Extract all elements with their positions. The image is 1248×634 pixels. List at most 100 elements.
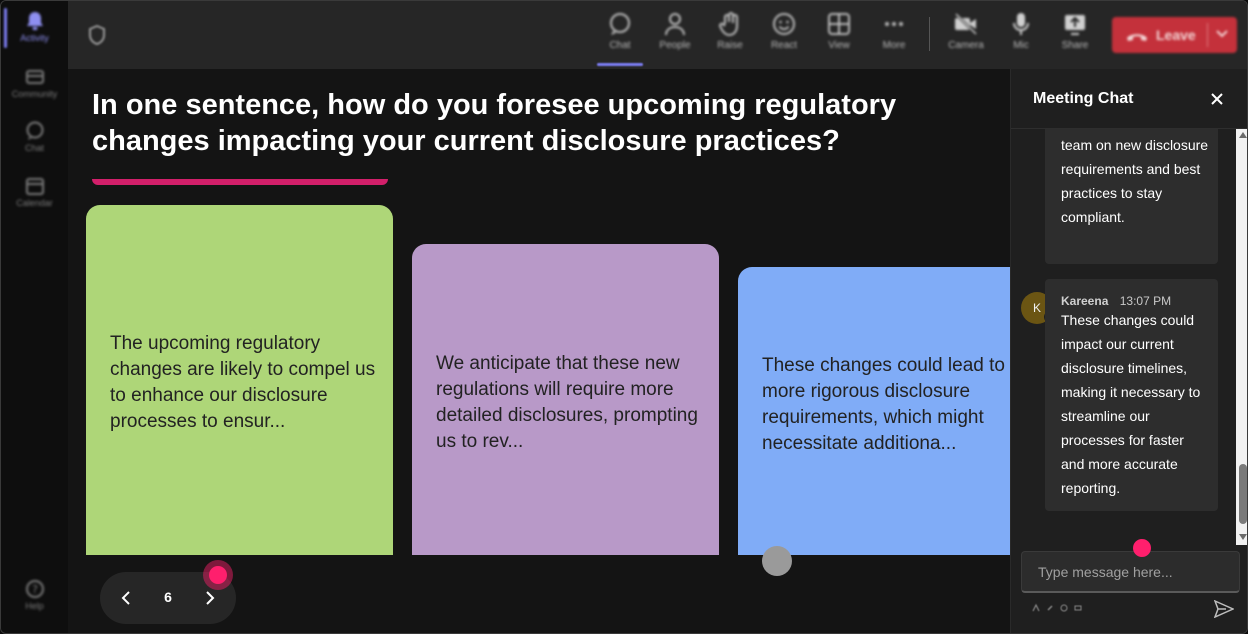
camera-off-icon <box>953 11 979 37</box>
microphone-icon <box>1008 11 1034 37</box>
rail-label-calendar: Calendar <box>16 198 53 208</box>
leave-divider <box>1207 23 1208 47</box>
scroll-up-arrow-icon[interactable] <box>1239 132 1247 138</box>
format-toolbar <box>1031 603 1083 613</box>
avatar <box>762 546 792 576</box>
left-rail: Activity Community Chat Calendar ? Help <box>1 1 68 633</box>
response-card-text: We anticipate that these new regulations… <box>436 353 698 452</box>
close-icon[interactable] <box>1209 91 1225 107</box>
question-line-2: changes impacting your current disclosur… <box>92 125 840 157</box>
community-icon <box>24 67 46 87</box>
chat-message: team on new disclosure requirements and … <box>1045 129 1218 264</box>
chat-message-list[interactable]: team on new disclosure requirements and … <box>1011 129 1236 545</box>
response-card[interactable]: The upcoming regulatory changes are like… <box>86 205 393 555</box>
rail-label-help: Help <box>25 601 44 611</box>
toolbar-share-label: Share <box>1061 40 1089 51</box>
toolbar-view-button[interactable]: View <box>811 11 867 61</box>
rail-item-calendar[interactable]: Calendar <box>1 176 68 226</box>
toolbar-chat-button[interactable]: Chat <box>592 11 648 61</box>
chat-icon <box>607 11 633 37</box>
title-accent-bar <box>92 179 388 185</box>
scroll-down-arrow-icon[interactable] <box>1239 534 1247 540</box>
toolbar-camera-button[interactable]: Camera <box>938 11 994 61</box>
pointer-marker <box>1133 539 1151 557</box>
toolbar-react-label: React <box>770 40 798 51</box>
response-card-line: requirements, which might <box>762 407 984 428</box>
chat-scrollbar[interactable] <box>1236 129 1247 545</box>
meeting-chat-panel: Meeting Chat team on new disclosure requ… <box>1010 69 1247 633</box>
chat-input[interactable] <box>1022 552 1239 591</box>
more-dots-icon <box>881 11 907 37</box>
hand-icon <box>717 11 743 37</box>
help-icon: ? <box>24 579 46 599</box>
toolbar-more-button[interactable]: More <box>866 11 922 61</box>
chevron-right-icon <box>206 591 215 605</box>
response-card-line: necessitate additiona... <box>762 433 957 454</box>
leave-button[interactable]: Leave <box>1112 17 1237 53</box>
attach-icon[interactable] <box>1045 603 1055 613</box>
rail-item-activity[interactable]: Activity <box>1 11 68 61</box>
emoji-icon[interactable] <box>1059 603 1069 613</box>
share-screen-icon <box>1062 11 1088 37</box>
chat-message-text: team on new disclosure requirements and … <box>1061 137 1209 225</box>
shield-icon[interactable] <box>88 24 108 47</box>
send-icon[interactable] <box>1213 599 1235 619</box>
response-card-line: more rigorous disclosure <box>762 381 971 402</box>
toolbar-mic-button[interactable]: Mic <box>993 11 1049 61</box>
rail-item-help[interactable]: ? Help <box>1 579 68 629</box>
toolbar-share-button[interactable]: Share <box>1047 11 1103 61</box>
gif-icon[interactable] <box>1073 603 1083 613</box>
meeting-window: Activity Community Chat Calendar ? Help <box>0 0 1248 634</box>
rail-label-chat: Chat <box>24 143 44 153</box>
response-card[interactable]: These changes could lead to more rigorou… <box>738 267 1010 576</box>
next-page-button[interactable] <box>198 586 222 610</box>
chat-title: Meeting Chat <box>1033 90 1134 107</box>
meeting-toolbar: Chat People Raise React View More Camera… <box>68 1 1247 69</box>
response-card-text: These changes could lead to more rigorou… <box>762 353 1005 457</box>
toolbar-view-label: View <box>828 40 850 51</box>
format-text-icon[interactable] <box>1031 603 1041 613</box>
hang-up-icon <box>1126 29 1148 41</box>
avatar-initial: K <box>1032 301 1041 315</box>
toolbar-raise-button[interactable]: Raise <box>702 11 758 61</box>
toolbar-people-label: People <box>659 40 691 51</box>
smiley-icon <box>771 11 797 37</box>
rail-label-community: Community <box>11 89 58 99</box>
scroll-thumb[interactable] <box>1239 464 1247 524</box>
toolbar-raise-label: Raise <box>717 40 743 51</box>
previous-page-button[interactable] <box>114 586 138 610</box>
response-card[interactable]: We anticipate that these new regulations… <box>412 244 719 555</box>
chevron-down-icon[interactable] <box>1216 27 1228 44</box>
pointer-marker <box>209 566 227 584</box>
chat-message: Kareena 13:07 PM These changes could imp… <box>1045 279 1218 511</box>
rail-label-activity: Activity <box>20 33 49 43</box>
question-line-1: In one sentence, how do you foresee upco… <box>92 89 897 121</box>
toolbar-camera-label: Camera <box>948 40 984 51</box>
leave-label: Leave <box>1156 27 1196 43</box>
presentation-stage: In one sentence, how do you foresee upco… <box>68 69 1010 633</box>
chat-icon <box>24 121 46 141</box>
rail-item-chat[interactable]: Chat <box>1 121 68 171</box>
chat-message-text: These changes could impact our current d… <box>1061 312 1201 496</box>
people-icon <box>662 11 688 37</box>
svg-text:?: ? <box>32 583 38 596</box>
chat-header: Meeting Chat <box>1011 69 1247 129</box>
chevron-left-icon <box>121 591 130 605</box>
grid-view-icon <box>826 11 852 37</box>
rail-item-community[interactable]: Community <box>1 67 68 117</box>
toolbar-mic-label: Mic <box>1013 40 1029 51</box>
toolbar-react-button[interactable]: React <box>756 11 812 61</box>
bell-icon <box>24 11 46 31</box>
chat-timestamp: 13:07 PM <box>1119 294 1172 308</box>
response-card-text: The upcoming regulatory changes are like… <box>110 333 376 432</box>
chat-author: Kareena <box>1061 294 1109 308</box>
chat-message-field[interactable] <box>1021 551 1240 593</box>
toolbar-chat-label: Chat <box>609 40 631 51</box>
question-title: In one sentence, how do you foresee upco… <box>92 87 992 159</box>
response-card-line: These changes could lead to <box>762 355 1005 376</box>
page-number: 6 <box>164 589 172 605</box>
toolbar-people-button[interactable]: People <box>647 11 703 61</box>
toolbar-more-label: More <box>882 40 906 51</box>
toolbar-divider <box>929 17 930 51</box>
chat-active-indicator <box>597 63 643 66</box>
